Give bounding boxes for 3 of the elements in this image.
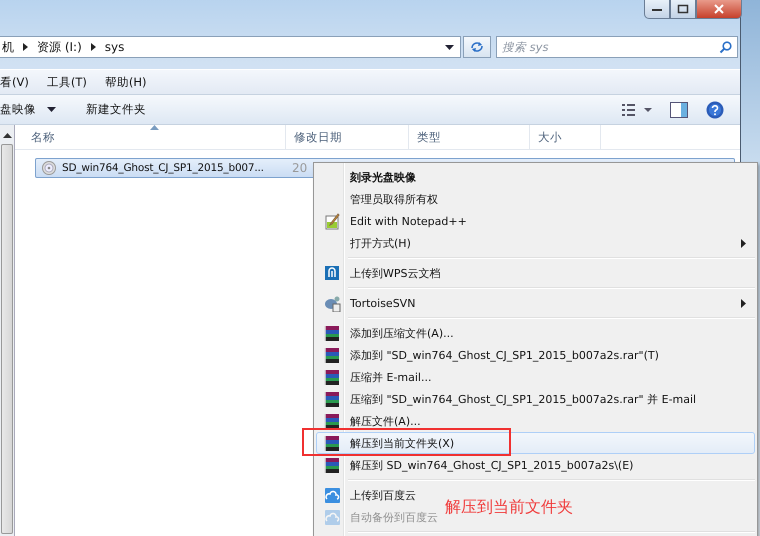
- file-date: 20: [292, 161, 308, 175]
- file-name: SD_win764_Ghost_CJ_SP1_2015_b007...: [62, 161, 265, 175]
- annotation-text: 解压到当前文件夹: [445, 497, 573, 517]
